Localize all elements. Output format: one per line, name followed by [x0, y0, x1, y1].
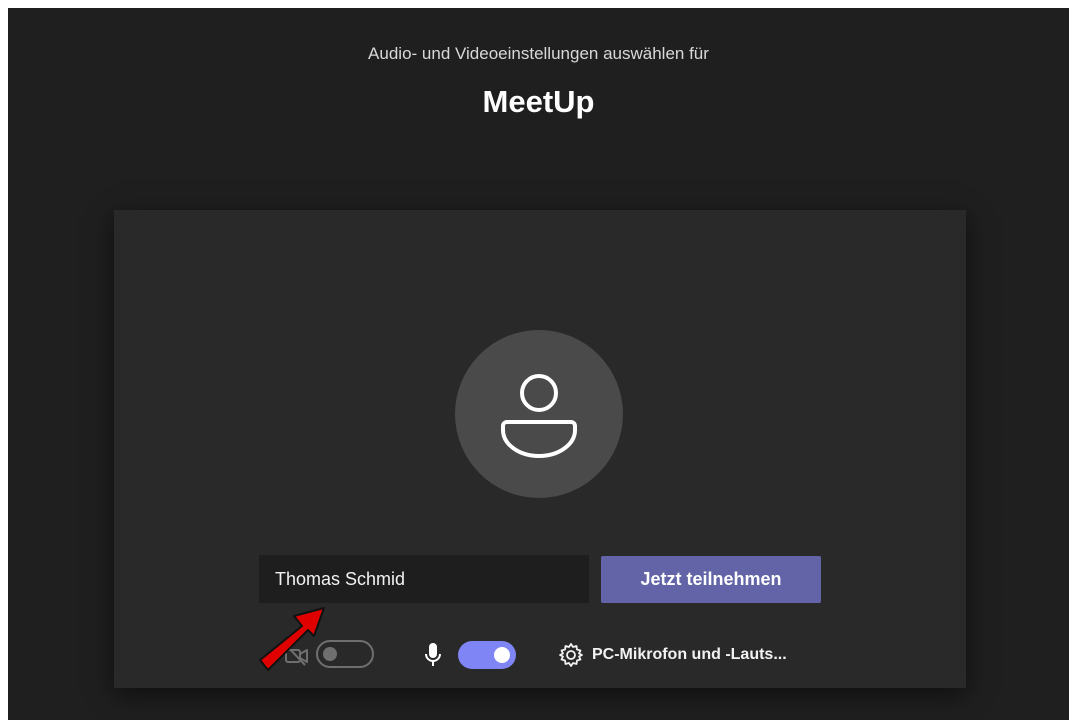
join-now-button[interactable]: Jetzt teilnehmen: [601, 556, 821, 603]
microphone-toggle[interactable]: [458, 641, 516, 669]
meeting-title: MeetUp: [482, 84, 595, 119]
red-arrow-icon: [259, 607, 325, 671]
microphone-toggle-knob: [494, 647, 510, 663]
microphone-icon: [425, 643, 441, 666]
preview-panel: Jetzt teilnehmen PC-Mikrofon und -Lau: [114, 210, 966, 688]
avatar: [455, 330, 623, 498]
audio-device-label[interactable]: PC-Mikrofon und -Lauts...: [592, 646, 787, 664]
settings-subtitle: Audio- und Videoeinstellungen auswählen …: [368, 44, 709, 63]
prejoin-screen: Audio- und Videoeinstellungen auswählen …: [8, 8, 1069, 720]
person-icon: [501, 374, 577, 458]
name-input[interactable]: [259, 555, 589, 603]
gear-icon[interactable]: [558, 642, 584, 668]
